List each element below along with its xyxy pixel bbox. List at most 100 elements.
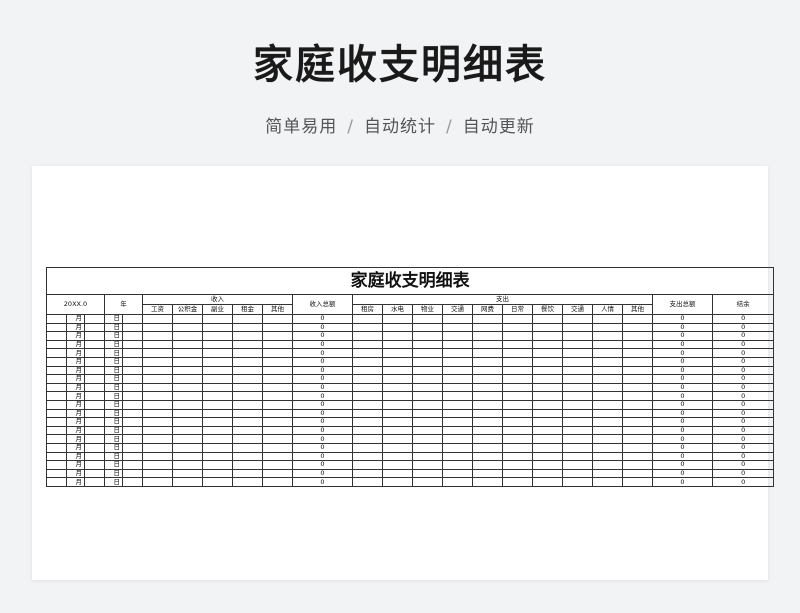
income-cell — [172, 425, 203, 436]
sheet-title: 家庭收支明细表 — [45, 267, 775, 295]
expense-col-header: 水电 — [382, 304, 413, 315]
expense-cell — [412, 477, 443, 487]
income-cell — [172, 382, 203, 393]
expense-cell — [472, 442, 503, 453]
expense-cell — [472, 365, 503, 376]
day-label: 日 — [104, 339, 123, 350]
income-cell — [202, 314, 233, 324]
day-label: 日 — [104, 314, 123, 324]
expense-cell — [442, 434, 473, 444]
expense-cell — [562, 425, 593, 436]
income-cell — [172, 417, 203, 427]
income-cell — [172, 442, 203, 453]
expense-cell — [502, 314, 533, 324]
income-cell — [142, 374, 173, 384]
income-cell — [232, 460, 263, 470]
income-cell — [232, 399, 263, 410]
income-cell — [172, 460, 203, 470]
expense-cell — [622, 348, 653, 358]
expense-col-header: 其他 — [622, 304, 653, 315]
expense-cell — [442, 348, 473, 358]
income-total-cell: 0 — [292, 365, 353, 376]
balance-cell: 0 — [711, 331, 775, 341]
income-cell — [202, 322, 233, 333]
expense-cell — [472, 408, 503, 419]
month-label: 月 — [66, 442, 85, 453]
month-input-cell — [46, 339, 67, 350]
expense-total-cell: 0 — [652, 356, 713, 367]
expense-cell — [592, 348, 623, 358]
balance-cell: 0 — [711, 374, 775, 384]
day-label: 日 — [104, 382, 123, 393]
income-cell — [232, 417, 263, 427]
expense-cell — [622, 374, 653, 384]
month-input-cell — [46, 417, 67, 427]
day-input-cell — [84, 434, 105, 444]
day-input-cell — [84, 314, 105, 324]
month-label: 月 — [66, 477, 85, 487]
table-row: 月日000 — [46, 468, 775, 479]
expense-cell — [442, 417, 473, 427]
month-label: 月 — [66, 348, 85, 358]
expense-cell — [592, 460, 623, 470]
spacer-cell — [122, 451, 143, 462]
income-cell — [172, 348, 203, 358]
table-row: 月日000 — [46, 322, 775, 333]
separator: / — [446, 117, 453, 137]
month-input-cell — [46, 391, 67, 401]
income-total-cell: 0 — [292, 348, 353, 358]
month-label: 月 — [66, 374, 85, 384]
day-input-cell — [84, 348, 105, 358]
income-cell — [142, 356, 173, 367]
expense-cell — [412, 331, 443, 341]
spreadsheet-preview: 家庭收支明细表 20XX.0 年 收入 收入总额 支出 支出总额 结余 工资 公… — [32, 166, 775, 580]
expense-cell — [472, 382, 503, 393]
income-cell — [142, 442, 173, 453]
expense-cell — [442, 451, 473, 462]
expense-cell — [592, 442, 623, 453]
income-col-header: 工资 — [142, 304, 173, 315]
income-cell — [202, 460, 233, 470]
income-group-header: 收入 — [142, 294, 293, 305]
separator: / — [347, 117, 354, 137]
income-cell — [262, 365, 293, 376]
month-input-cell — [46, 356, 67, 367]
expense-cell — [532, 408, 563, 419]
expense-cell — [592, 374, 623, 384]
year-value: 20XX.0 — [46, 294, 105, 315]
month-label: 月 — [66, 322, 85, 333]
income-cell — [232, 348, 263, 358]
income-cell — [202, 468, 233, 479]
month-input-cell — [46, 348, 67, 358]
income-total-cell: 0 — [292, 425, 353, 436]
feature-auto-update: 自动更新 — [462, 117, 535, 137]
expense-cell — [412, 434, 443, 444]
expense-col-header: 餐饮 — [532, 304, 563, 315]
income-cell — [202, 382, 233, 393]
expense-cell — [352, 425, 383, 436]
expense-cell — [502, 451, 533, 462]
expense-cell — [352, 322, 383, 333]
income-cell — [172, 314, 203, 324]
spacer-cell — [122, 382, 143, 393]
table-row: 月日000 — [46, 391, 775, 401]
month-label: 月 — [66, 391, 85, 401]
expense-col-header: 人情 — [592, 304, 623, 315]
expense-cell — [622, 339, 653, 350]
day-label: 日 — [104, 331, 123, 341]
expense-cell — [562, 382, 593, 393]
day-label: 日 — [104, 348, 123, 358]
table-row: 月日000 — [46, 339, 775, 350]
month-label: 月 — [66, 434, 85, 444]
expense-cell — [412, 322, 443, 333]
expense-cell — [502, 331, 533, 341]
expense-cell — [562, 451, 593, 462]
expense-cell — [622, 408, 653, 419]
day-input-cell — [84, 339, 105, 350]
day-label: 日 — [104, 408, 123, 419]
balance-cell: 0 — [711, 477, 775, 487]
spacer-cell — [122, 468, 143, 479]
income-cell — [142, 348, 173, 358]
day-label: 日 — [104, 434, 123, 444]
spacer-cell — [122, 425, 143, 436]
